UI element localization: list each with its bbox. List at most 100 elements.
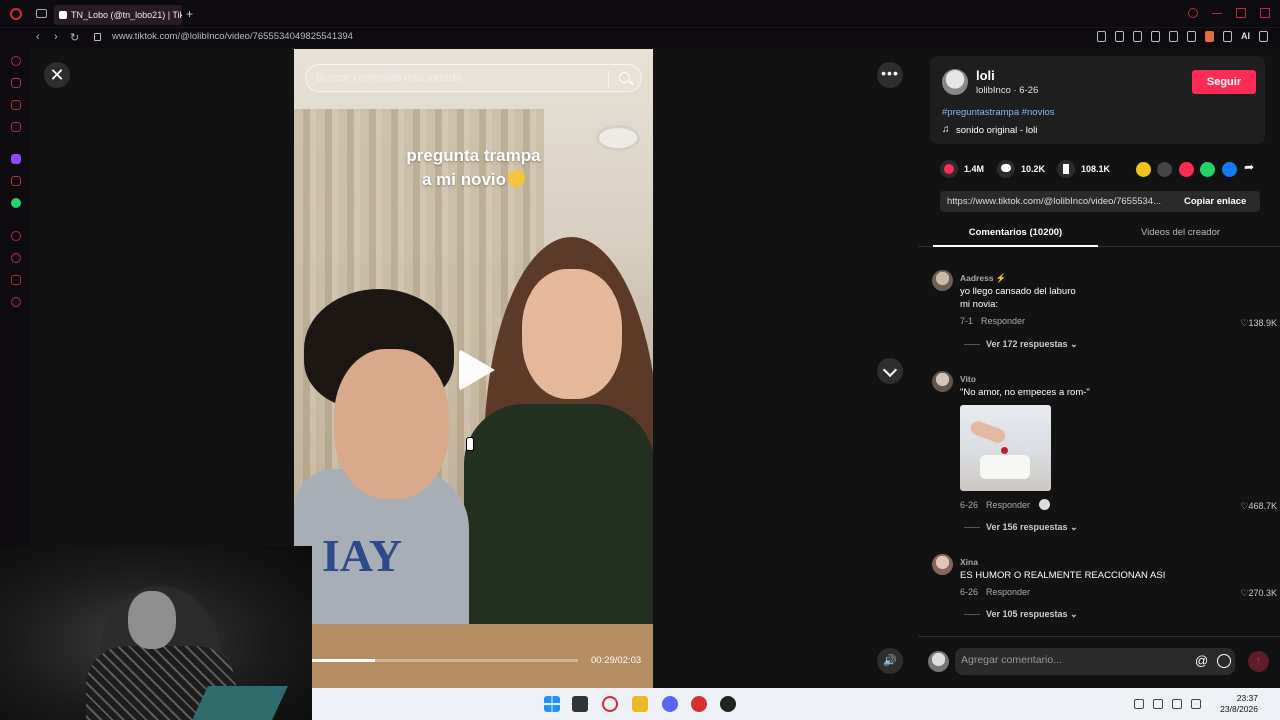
- music-link[interactable]: sonido original - loli: [956, 125, 1037, 136]
- windows-start-icon[interactable]: [544, 696, 560, 712]
- comment-like-count[interactable]: 270.3K: [1240, 588, 1277, 599]
- bookmark-icon[interactable]: [1057, 160, 1075, 178]
- related-search-input[interactable]: [316, 72, 601, 84]
- sidebar-percent-icon[interactable]: [11, 176, 21, 186]
- share-tiktok-icon[interactable]: [1179, 162, 1194, 177]
- video-progress-bar[interactable]: [312, 659, 578, 662]
- snapshot-icon[interactable]: [1115, 31, 1124, 42]
- reply-button[interactable]: Responder: [981, 316, 1025, 326]
- taskbar-obs-icon[interactable]: [720, 696, 736, 712]
- sidebar-aria-icon[interactable]: [11, 56, 21, 66]
- comment-field[interactable]: @: [955, 648, 1235, 675]
- share-whatsapp-icon[interactable]: [1200, 162, 1215, 177]
- easy-setup-icon[interactable]: [1259, 31, 1268, 42]
- taskbar-recorder-icon[interactable]: [691, 696, 707, 712]
- tray-volume-icon[interactable]: [1191, 699, 1201, 709]
- reply-button[interactable]: Responder: [986, 500, 1030, 510]
- close-window-button[interactable]: [1260, 8, 1270, 18]
- download-icon[interactable]: [1223, 31, 1232, 42]
- hashtags-link[interactable]: #preguntastrampa #novios: [942, 107, 1055, 118]
- taskbar-file-explorer-icon[interactable]: [632, 696, 648, 712]
- sidebar-whatsapp-icon[interactable]: [11, 198, 21, 208]
- next-video-chevron-icon[interactable]: [877, 358, 903, 384]
- comment-icon[interactable]: [997, 160, 1015, 178]
- comment-action[interactable]: 10.2K: [997, 160, 1045, 178]
- play-icon[interactable]: [459, 349, 495, 391]
- comment-like-count[interactable]: 138.9K: [1240, 318, 1277, 329]
- creator-name[interactable]: loli: [976, 68, 995, 83]
- minimize-button[interactable]: [1212, 8, 1222, 14]
- volume-button[interactable]: 🔊: [877, 648, 903, 674]
- post-comment-arrow-icon[interactable]: ↑: [1248, 651, 1269, 672]
- commenter-name[interactable]: Xina: [960, 557, 978, 567]
- sidebar-messenger-icon[interactable]: [11, 100, 21, 110]
- sidebar-player-icon[interactable]: [11, 231, 21, 241]
- search-icon[interactable]: [619, 72, 630, 83]
- image-cherry: [1001, 447, 1008, 454]
- heart-bookmark-icon[interactable]: [1187, 31, 1196, 42]
- tab-overview-icon[interactable]: [36, 9, 47, 18]
- extension-avatar-icon[interactable]: [1205, 31, 1214, 42]
- view-replies-button[interactable]: Ver 156 respuestas: [964, 522, 1078, 533]
- player-icon[interactable]: [1169, 31, 1178, 42]
- comment-like-count[interactable]: 468.7K: [1240, 501, 1277, 512]
- back-button[interactable]: ‹: [36, 31, 40, 43]
- creator-avatar[interactable]: [942, 69, 968, 95]
- system-clock[interactable]: 23:37 23/8/2026: [1208, 693, 1258, 715]
- close-video-button[interactable]: ✕: [44, 62, 70, 88]
- commenter-avatar[interactable]: [932, 554, 953, 575]
- opera-menu-icon[interactable]: [10, 8, 22, 20]
- share-arrow-icon[interactable]: ➦: [1244, 160, 1254, 174]
- tray-mic-icon[interactable]: [1153, 699, 1163, 709]
- comment-text: "No amor, no empeces a rom-": [960, 387, 1090, 398]
- comment-input[interactable]: [961, 654, 1191, 666]
- pin-icon[interactable]: [1097, 31, 1106, 42]
- commenter-name[interactable]: Vito: [960, 374, 976, 384]
- share-facebook-icon[interactable]: [1222, 162, 1237, 177]
- emoji-picker-icon[interactable]: [1217, 654, 1231, 668]
- maximize-button[interactable]: [1236, 8, 1246, 18]
- view-replies-button[interactable]: Ver 172 respuestas: [964, 339, 1078, 350]
- more-options-button[interactable]: •••: [877, 62, 903, 88]
- follow-button[interactable]: Seguir: [1192, 70, 1256, 94]
- reply-button[interactable]: Responder: [986, 587, 1030, 597]
- share-friends-icon[interactable]: [1136, 162, 1151, 177]
- aria-ai-button[interactable]: AI: [1241, 31, 1250, 42]
- taskbar-discord-icon[interactable]: [662, 696, 678, 712]
- sidebar-shopping-icon[interactable]: [11, 78, 21, 88]
- embed-icon[interactable]: [1157, 162, 1172, 177]
- sidebar-twitch-icon[interactable]: [11, 154, 21, 164]
- commenter-name[interactable]: Aadress ⚡: [960, 273, 1007, 284]
- save-action[interactable]: 108.1K: [1057, 160, 1110, 178]
- view-replies-button[interactable]: Ver 105 respuestas: [964, 609, 1078, 620]
- share-link-url[interactable]: https://www.tiktok.com/@lolibInco/video/…: [947, 196, 1175, 207]
- copy-link-button[interactable]: Copiar enlace: [1184, 196, 1246, 207]
- taskbar-opera-icon[interactable]: [602, 696, 618, 712]
- heart-icon[interactable]: [940, 160, 958, 178]
- url-field[interactable]: www.tiktok.com/@lolibInco/video/76555340…: [112, 31, 353, 42]
- sidebar-settings-icon[interactable]: [11, 297, 21, 307]
- tray-network-icon[interactable]: [1172, 699, 1182, 709]
- tab-comments[interactable]: Comentarios (10200): [933, 222, 1098, 247]
- comment-date: 6-26: [960, 500, 979, 510]
- related-search-box[interactable]: [305, 64, 642, 92]
- tab-search-icon[interactable]: [1188, 8, 1198, 18]
- forward-button[interactable]: ›: [54, 31, 58, 43]
- browser-tab-active[interactable]: TN_Lobo (@tn_lobo21) | Tik: [54, 5, 182, 25]
- like-action[interactable]: 1.4M: [940, 160, 984, 178]
- commenter-avatar[interactable]: [932, 371, 953, 392]
- tab-creator-videos[interactable]: Videos del creador: [1098, 222, 1263, 247]
- reload-button[interactable]: ↻: [70, 31, 79, 44]
- sidebar-music-icon[interactable]: [11, 122, 21, 132]
- mention-at-icon[interactable]: @: [1195, 653, 1208, 668]
- sidebar-pinboard-icon[interactable]: [11, 275, 21, 285]
- mouse-cursor-icon: [466, 437, 474, 451]
- commenter-avatar[interactable]: [932, 270, 953, 291]
- sidebar-history-icon[interactable]: [11, 253, 21, 263]
- comment-image[interactable]: [960, 405, 1051, 491]
- translate-icon[interactable]: [1151, 31, 1160, 42]
- shield-icon[interactable]: [1133, 31, 1142, 42]
- new-tab-button[interactable]: +: [186, 7, 193, 21]
- tray-chevron-icon[interactable]: [1134, 699, 1144, 709]
- taskbar-app-icon[interactable]: [572, 696, 588, 712]
